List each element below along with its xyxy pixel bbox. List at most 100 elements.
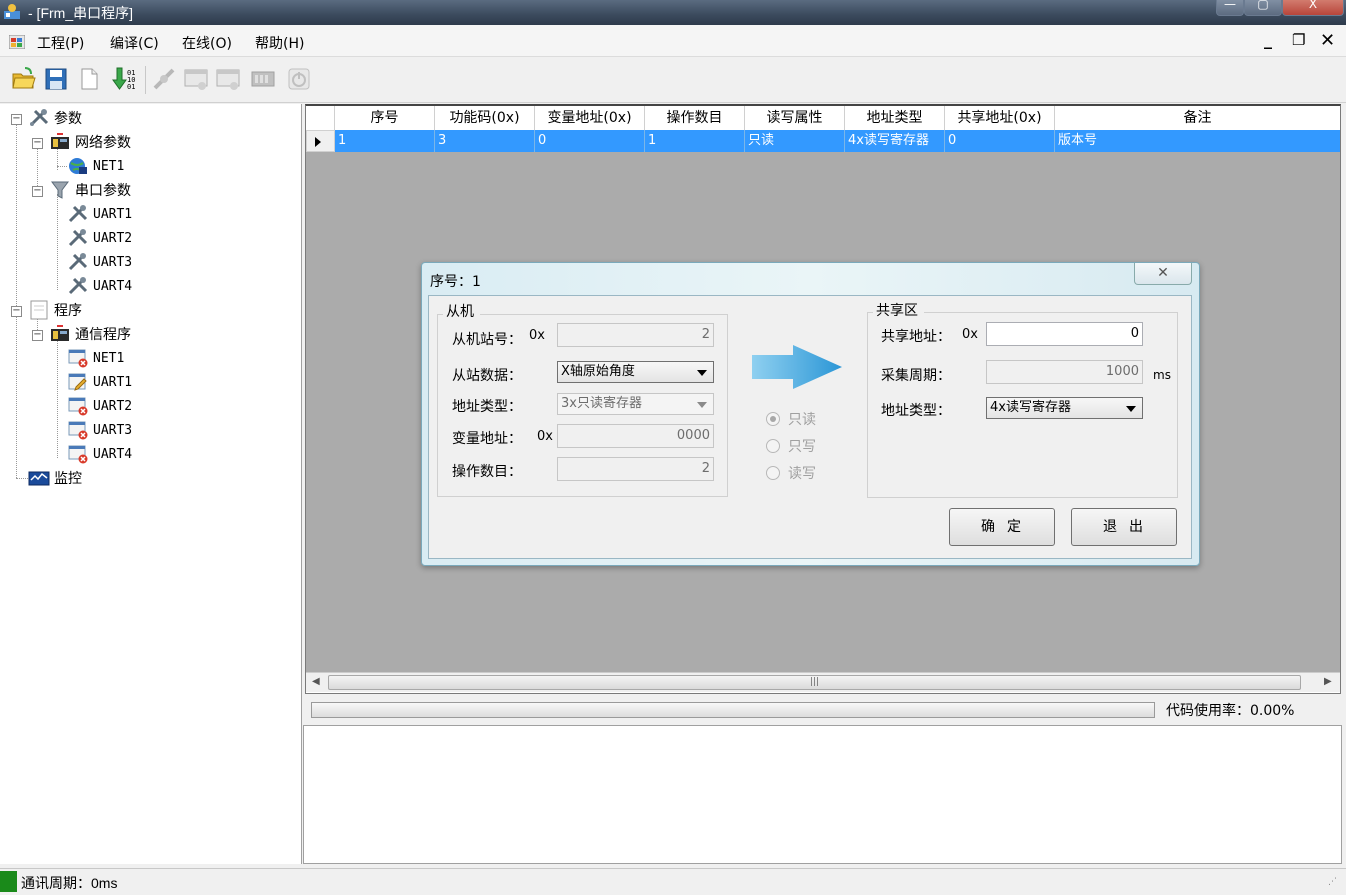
- column-header-function-code[interactable]: 功能码(0x): [435, 106, 535, 130]
- tree-node-uart2-param[interactable]: UART2: [67, 227, 132, 249]
- slave-addr-type-label: 地址类型：: [452, 399, 522, 415]
- radio-read-write[interactable]: 读写: [766, 463, 816, 483]
- tree-node-label: 网络参数: [75, 135, 131, 151]
- cell-function-code[interactable]: 3: [435, 130, 535, 152]
- tree-node-comm-program[interactable]: 通信程序: [49, 323, 131, 345]
- download-icon[interactable]: 011001: [112, 66, 138, 92]
- column-header-rw-attr[interactable]: 读写属性: [745, 106, 845, 130]
- window-add-icon[interactable]: [183, 66, 209, 92]
- tree-node-uart1-program[interactable]: UART1: [67, 371, 132, 393]
- column-header-remark[interactable]: 备注: [1055, 106, 1340, 130]
- project-tree[interactable]: − 参数 − 网络参数 NET1 − 串口参数 UART1 UART2 UART…: [0, 104, 302, 864]
- menu-project[interactable]: 工程(P): [37, 33, 84, 53]
- row-header-corner: [306, 106, 335, 130]
- window-remove-icon[interactable]: [215, 66, 241, 92]
- scroll-left-icon[interactable]: ◀: [312, 676, 320, 687]
- menu-help[interactable]: 帮助(H): [255, 33, 304, 53]
- column-header-op-count[interactable]: 操作数目: [645, 106, 745, 130]
- program-error-icon: [68, 445, 88, 464]
- menu-compile[interactable]: 编译(C): [110, 33, 159, 53]
- row-selector[interactable]: [306, 130, 335, 152]
- collapse-toggle[interactable]: −: [32, 186, 43, 197]
- tree-node-network-params[interactable]: 网络参数: [49, 131, 131, 153]
- mdi-close-button[interactable]: ✕: [1320, 30, 1335, 51]
- tree-node-params[interactable]: 参数: [28, 107, 82, 129]
- tools-icon: [68, 205, 88, 223]
- column-header-index[interactable]: 序号: [335, 106, 435, 130]
- cell-op-count[interactable]: 1: [645, 130, 745, 152]
- mdi-restore-button[interactable]: ❐: [1292, 31, 1305, 49]
- tree-node-net1[interactable]: NET1: [67, 155, 124, 177]
- new-file-icon[interactable]: [76, 66, 102, 92]
- op-count-input[interactable]: 2: [557, 457, 714, 481]
- tree-node-monitor[interactable]: 监控: [28, 467, 82, 489]
- slave-group-label: 从机: [446, 304, 474, 320]
- tree-node-uart4-program[interactable]: UART4: [67, 443, 132, 465]
- radio-write-only[interactable]: 只写: [766, 436, 816, 456]
- mdi-minimize-button[interactable]: _: [1264, 30, 1272, 49]
- menu-bar: 工程(P) 编译(C) 在线(O) 帮助(H) _ ❐ ✕: [0, 25, 1346, 57]
- open-folder-icon[interactable]: [11, 66, 37, 92]
- status-bar: 通讯周期：0ms ⋰: [0, 868, 1346, 895]
- minimize-window-button[interactable]: —: [1216, 0, 1244, 16]
- cell-index[interactable]: 1: [335, 130, 435, 152]
- tree-node-uart1-param[interactable]: UART1: [67, 203, 132, 225]
- output-log[interactable]: [303, 725, 1342, 864]
- cell-address-type[interactable]: 4x读写寄存器: [845, 130, 945, 152]
- tree-node-label: 参数: [54, 111, 82, 127]
- power-icon[interactable]: [286, 66, 312, 92]
- var-addr-input[interactable]: 0000: [557, 424, 714, 448]
- column-header-var-address[interactable]: 变量地址(0x): [535, 106, 645, 130]
- network-card-icon: [51, 325, 69, 341]
- tree-node-uart3-param[interactable]: UART3: [67, 251, 132, 273]
- ok-button[interactable]: 确定: [949, 508, 1055, 546]
- collapse-toggle[interactable]: −: [11, 114, 22, 125]
- table-row[interactable]: 1 3 0 1 只读 4x读写寄存器 0 版本号: [306, 130, 1340, 152]
- period-input[interactable]: 1000: [986, 360, 1143, 384]
- horizontal-scrollbar[interactable]: ◀ ||| ▶: [306, 672, 1340, 692]
- close-window-button[interactable]: X: [1282, 0, 1344, 16]
- shared-type-select[interactable]: 4x读写寄存器: [986, 397, 1143, 419]
- connect-icon[interactable]: [151, 66, 177, 92]
- exit-button[interactable]: 退出: [1071, 508, 1177, 546]
- column-header-shared-address[interactable]: 共享地址(0x): [945, 106, 1055, 130]
- tree-node-program[interactable]: 程序: [28, 299, 82, 321]
- shared-addr-input[interactable]: 0: [986, 322, 1143, 346]
- radio-read-only[interactable]: 只读: [766, 409, 816, 429]
- tree-node-label: UART3: [93, 254, 133, 270]
- toolbar-separator: [145, 66, 146, 94]
- tree-node-label: 通信程序: [75, 327, 131, 343]
- tree-node-net1-program[interactable]: NET1: [67, 347, 124, 369]
- program-error-icon: [68, 349, 88, 368]
- save-icon[interactable]: [43, 66, 69, 92]
- cell-remark[interactable]: 版本号: [1055, 130, 1340, 152]
- collapse-toggle[interactable]: −: [32, 138, 43, 149]
- tree-node-serial-params[interactable]: 串口参数: [49, 179, 131, 201]
- tree-node-uart3-program[interactable]: UART3: [67, 419, 132, 441]
- tree-node-label: 串口参数: [75, 183, 131, 199]
- slave-addr-type-select[interactable]: 3x只读寄存器: [557, 393, 714, 415]
- tools-icon: [68, 277, 88, 295]
- dialog-close-button[interactable]: ✕: [1134, 263, 1192, 285]
- collapse-toggle[interactable]: −: [11, 306, 22, 317]
- station-input[interactable]: 2: [557, 323, 714, 347]
- funnel-icon: [51, 181, 69, 199]
- network-card-icon[interactable]: [250, 66, 276, 92]
- maximize-window-button[interactable]: ▢: [1244, 0, 1282, 16]
- chevron-down-icon: [697, 370, 707, 376]
- cell-shared-address[interactable]: 0: [945, 130, 1055, 152]
- period-unit: ms: [1153, 368, 1171, 382]
- scroll-thumb[interactable]: |||: [328, 675, 1301, 690]
- cell-rw-attr[interactable]: 只读: [745, 130, 845, 152]
- resize-grip-icon[interactable]: ⋰: [1328, 877, 1337, 887]
- collapse-toggle[interactable]: −: [32, 330, 43, 341]
- slave-data-value: X轴原始角度: [561, 364, 635, 379]
- tree-node-uart2-program[interactable]: UART2: [67, 395, 132, 417]
- column-header-address-type[interactable]: 地址类型: [845, 106, 945, 130]
- scroll-right-icon[interactable]: ▶: [1324, 676, 1332, 687]
- radio-dot: [770, 416, 776, 422]
- slave-data-select[interactable]: X轴原始角度: [557, 361, 714, 383]
- cell-var-address[interactable]: 0: [535, 130, 645, 152]
- menu-online[interactable]: 在线(O): [182, 33, 232, 53]
- tree-node-uart4-param[interactable]: UART4: [67, 275, 132, 297]
